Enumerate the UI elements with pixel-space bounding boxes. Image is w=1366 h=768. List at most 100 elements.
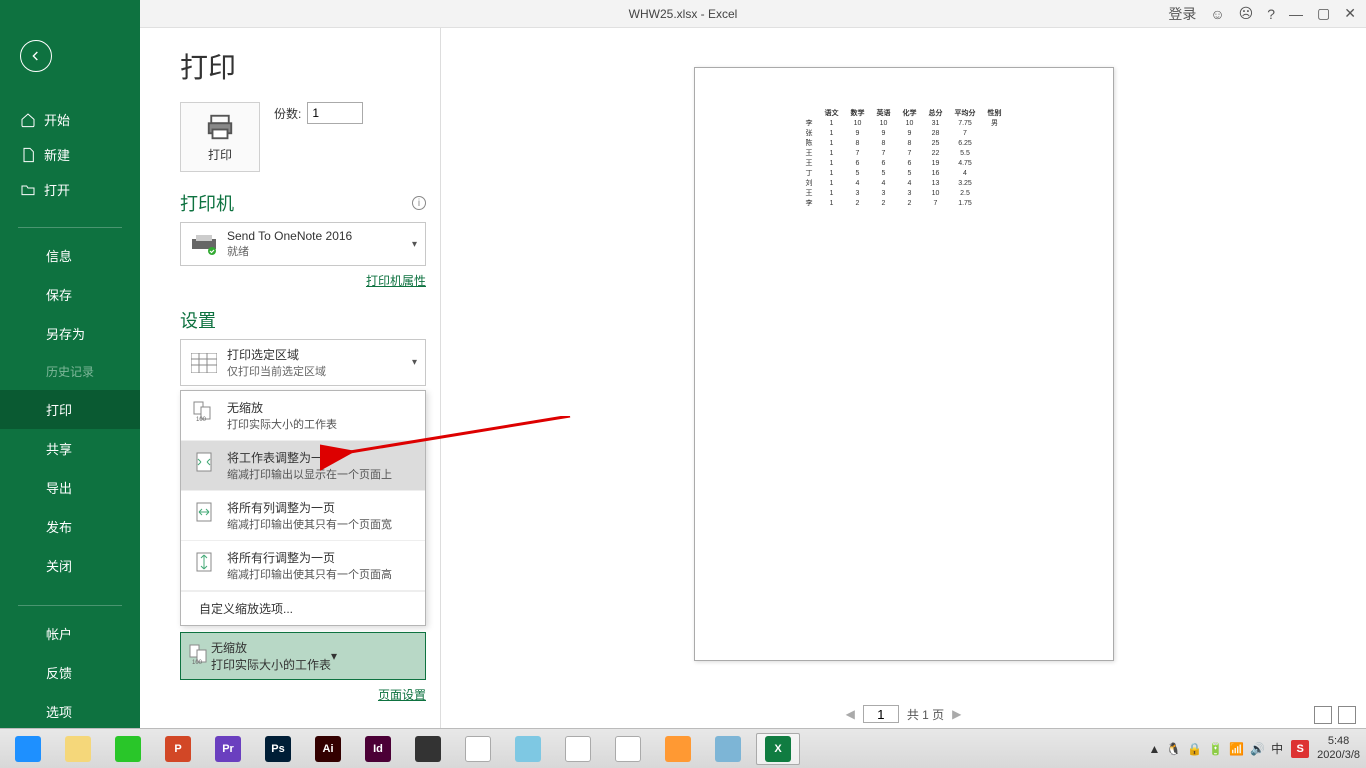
sidebar-item-label: 打开 <box>44 180 70 199</box>
maximize-button[interactable]: ▢ <box>1317 5 1330 22</box>
print-area-dropdown[interactable]: 打印选定区域 仅打印当前选定区域 ▾ <box>180 339 426 386</box>
tray-icon[interactable]: 中 <box>1271 740 1283 757</box>
scaling-option-noscale[interactable]: 100 无缩放打印实际大小的工作表 <box>181 391 425 441</box>
printer-properties-link[interactable]: 打印机属性 <box>366 274 426 288</box>
tray-icon[interactable]: 🔒 <box>1187 742 1202 756</box>
sidebar-item-share[interactable]: 共享 <box>0 429 140 468</box>
noscale-icon: 100 <box>189 644 211 669</box>
login-button[interactable]: 登录 <box>1168 4 1196 24</box>
show-margins-button[interactable] <box>1314 706 1332 724</box>
preview-nav: ◀ 共 1 页 ▶ <box>441 700 1366 728</box>
copies-label: 份数: <box>274 105 301 122</box>
taskbar-app-icon[interactable] <box>556 733 600 765</box>
fitcols-icon <box>191 499 217 525</box>
tray-icon[interactable]: 🔋 <box>1208 742 1223 756</box>
scaling-dropdown[interactable]: 100 无缩放 打印实际大小的工作表 ▾ <box>180 632 426 680</box>
taskbar-app-icon[interactable]: Id <box>356 733 400 765</box>
sidebar-item-home[interactable]: 开始 <box>0 102 140 137</box>
taskbar-app-icon[interactable]: Ai <box>306 733 350 765</box>
sidebar-item-new[interactable]: 新建 <box>0 137 140 172</box>
tray-icon[interactable]: 🔊 <box>1250 742 1265 756</box>
printer-status: 就绪 <box>227 243 412 259</box>
taskbar-app-icon[interactable] <box>656 733 700 765</box>
prev-page-button[interactable]: ◀ <box>846 707 855 721</box>
main-area: 打印 打印 份数: 打印机 i Send To OneNote 2016 就绪 … <box>140 28 1366 728</box>
sidebar-item-export[interactable]: 导出 <box>0 468 140 507</box>
printer-ready-icon <box>189 231 219 257</box>
backstage-sidebar: 开始 新建 打开 信息 保存 另存为 历史记录 打印 共享 导出 发布 关闭 帐… <box>0 0 140 728</box>
sidebar-item-info[interactable]: 信息 <box>0 236 140 275</box>
taskbar-app-icon[interactable]: P <box>156 733 200 765</box>
sidebar-item-history: 历史记录 <box>0 353 140 390</box>
minimize-button[interactable]: — <box>1289 6 1303 22</box>
scaling-options-list: 100 无缩放打印实际大小的工作表 将工作表调整为一页缩减打印输出以显示在一个页… <box>180 390 426 626</box>
sidebar-item-feedback[interactable]: 反馈 <box>0 653 140 692</box>
taskbar: PPrPsAiId X ▲ 🐧 🔒 🔋 📶 🔊 中 S 5:48 2020/3/8 <box>0 728 1366 768</box>
taskbar-clock[interactable]: 5:48 2020/3/8 <box>1317 735 1360 761</box>
copies-input[interactable] <box>307 102 363 124</box>
printer-section-head: 打印机 i <box>180 190 426 216</box>
taskbar-app-icon[interactable]: Pr <box>206 733 250 765</box>
page-count-label: 共 1 页 <box>907 706 944 723</box>
titlebar: WHW25.xlsx - Excel 登录 ☺ ☹ ? — ▢ ✕ <box>0 0 1366 28</box>
taskbar-app-icon[interactable]: Ps <box>256 733 300 765</box>
info-icon[interactable]: i <box>412 196 426 210</box>
page-number-input[interactable] <box>863 705 899 723</box>
chevron-down-icon: ▾ <box>412 239 417 250</box>
svg-text:100: 100 <box>192 660 203 666</box>
tray-icon[interactable]: 📶 <box>1229 742 1244 756</box>
svg-text:100: 100 <box>196 417 207 423</box>
zoom-to-page-button[interactable] <box>1338 706 1356 724</box>
file-icon <box>20 147 36 163</box>
back-button[interactable] <box>20 40 52 72</box>
table-icon <box>189 350 219 376</box>
taskbar-app-icon[interactable] <box>456 733 500 765</box>
sidebar-item-save[interactable]: 保存 <box>0 275 140 314</box>
sidebar-item-publish[interactable]: 发布 <box>0 507 140 546</box>
face-smile-icon[interactable]: ☺ <box>1210 6 1224 22</box>
divider <box>18 227 122 228</box>
print-preview: 语文数学英语化学总分平均分性别李1101010317.75男张1999287陈1… <box>440 28 1366 728</box>
print-button[interactable]: 打印 <box>180 102 260 172</box>
sidebar-item-open[interactable]: 打开 <box>0 172 140 207</box>
printer-dropdown[interactable]: Send To OneNote 2016 就绪 ▾ <box>180 222 426 266</box>
scaling-option-fitcols[interactable]: 将所有列调整为一页缩减打印输出使其只有一个页面宽 <box>181 491 425 541</box>
chevron-down-icon: ▾ <box>331 649 337 663</box>
sidebar-item-account[interactable]: 帐户 <box>0 614 140 653</box>
taskbar-app-icon[interactable] <box>56 733 100 765</box>
next-page-button[interactable]: ▶ <box>952 707 961 721</box>
noscale-icon: 100 <box>191 399 217 425</box>
window-title: WHW25.xlsx - Excel <box>629 7 738 21</box>
help-button[interactable]: ? <box>1267 6 1275 22</box>
face-sad-icon[interactable]: ☹ <box>1239 5 1254 22</box>
preview-data-table: 语文数学英语化学总分平均分性别李1101010317.75男张1999287陈1… <box>800 108 1008 208</box>
page-setup-link[interactable]: 页面设置 <box>378 688 426 702</box>
open-icon <box>20 182 36 198</box>
sidebar-item-close[interactable]: 关闭 <box>0 546 140 585</box>
taskbar-app-icon[interactable] <box>6 733 50 765</box>
taskbar-app-icon[interactable]: X <box>756 733 800 765</box>
scaling-option-fitsheet[interactable]: 将工作表调整为一页缩减打印输出以显示在一个页面上 <box>181 441 425 491</box>
divider <box>18 605 122 606</box>
tray-icon[interactable]: 🐧 <box>1166 742 1181 756</box>
fitsheet-icon <box>191 449 217 475</box>
taskbar-app-icon[interactable] <box>406 733 450 765</box>
sidebar-item-label: 开始 <box>44 110 70 129</box>
tray-icon[interactable]: ▲ <box>1149 742 1161 756</box>
sidebar-item-options[interactable]: 选项 <box>0 692 140 731</box>
taskbar-app-icon[interactable] <box>606 733 650 765</box>
taskbar-app-icon[interactable] <box>506 733 550 765</box>
chevron-down-icon: ▾ <box>412 357 417 368</box>
scaling-option-fitrows[interactable]: 将所有行调整为一页缩减打印输出使其只有一个页面高 <box>181 541 425 591</box>
printer-icon <box>205 112 235 142</box>
ime-indicator[interactable]: S <box>1291 740 1309 758</box>
scaling-option-custom[interactable]: 自定义缩放选项... <box>181 591 425 625</box>
taskbar-app-icon[interactable] <box>106 733 150 765</box>
home-icon <box>20 112 36 128</box>
close-button[interactable]: ✕ <box>1344 5 1356 22</box>
preview-page: 语文数学英语化学总分平均分性别李1101010317.75男张1999287陈1… <box>694 67 1114 661</box>
sidebar-item-saveas[interactable]: 另存为 <box>0 314 140 353</box>
sidebar-item-print[interactable]: 打印 <box>0 390 140 429</box>
sidebar-item-label: 新建 <box>44 145 70 164</box>
taskbar-app-icon[interactable] <box>706 733 750 765</box>
